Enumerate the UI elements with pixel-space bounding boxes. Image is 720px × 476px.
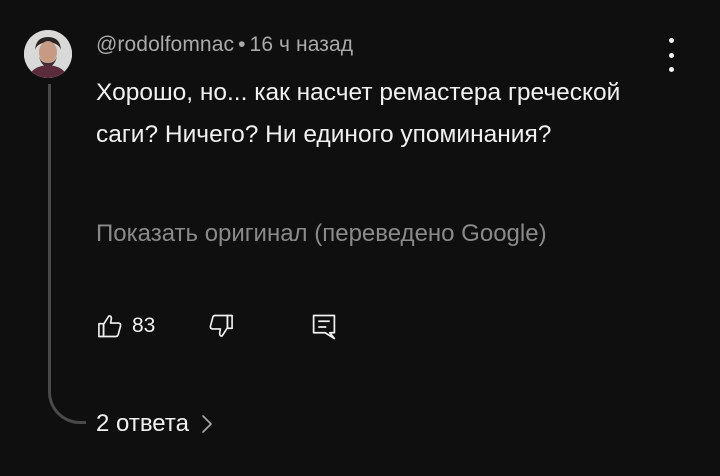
like-count: 83 [132,314,156,337]
more-options-button[interactable] [660,38,682,72]
reply-comment-icon [312,314,336,340]
author-name[interactable]: @rodolfomnac [96,33,234,56]
thumb-up-icon [98,315,122,338]
comment-text: Хорошо, но... как насчет ремастера грече… [96,79,621,148]
like-button[interactable]: 83 [96,312,155,340]
thread-line [48,84,86,424]
avatar[interactable] [24,30,72,78]
dislike-button[interactable] [206,312,236,345]
reply-button[interactable] [310,312,338,347]
thumb-down-icon [209,314,233,337]
timestamp: 16 ч назад [249,33,354,56]
more-vertical-icon [668,38,674,43]
replies-count-label: 2 ответа [96,410,189,437]
meta-separator: • [238,33,246,56]
view-replies-button[interactable]: 2 ответа [96,410,213,438]
avatar-image [24,30,72,78]
comment-meta: @rodolfomnac • 16 ч назад [96,33,353,57]
chevron-right-icon [202,415,212,433]
show-original-link[interactable]: Показать оригинал (переведено Google) [96,220,547,248]
